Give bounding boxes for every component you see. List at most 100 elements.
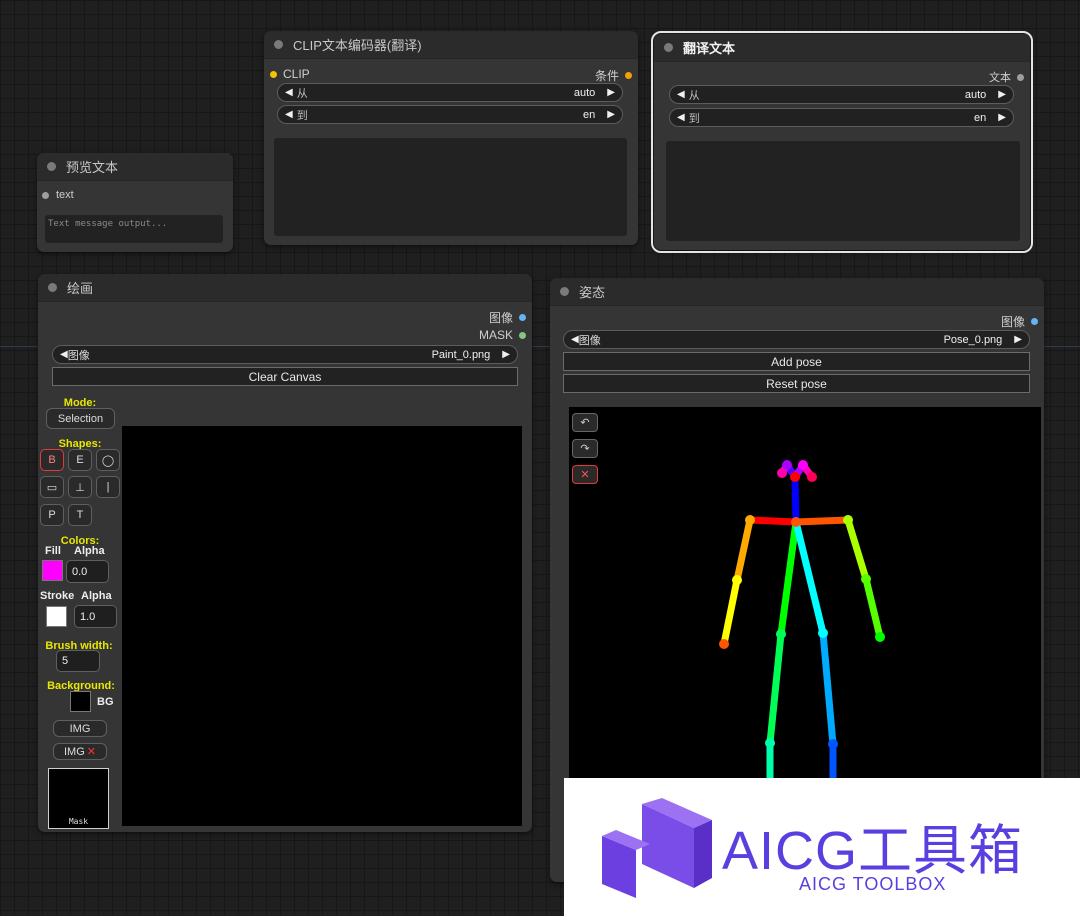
triangle-shape-button[interactable]: ⊥ [68,476,92,498]
pose-joint[interactable] [828,739,838,749]
background-color-swatch[interactable] [70,691,91,712]
node-header[interactable]: 绘画 [38,274,532,302]
to-language-combo[interactable]: ◀ 到 en ▶ [277,105,623,124]
mask-socket-icon[interactable] [519,331,526,339]
image-combo[interactable]: ◀ 图像 Paint_0.png ▶ [52,345,518,364]
pose-limb [733,516,754,584]
pose-limb [777,518,800,638]
node-title: CLIP文本编码器(翻译) [293,38,422,53]
eraser-shape-button[interactable]: E [68,449,92,471]
add-pose-button[interactable]: Add pose [563,352,1030,371]
collapse-dot-icon[interactable] [664,43,673,52]
node-header[interactable]: 翻译文本 [654,34,1030,62]
next-arrow-icon[interactable]: ▶ [607,109,615,120]
image-output-slot[interactable]: 图像 [1001,313,1038,330]
reset-pose-button[interactable]: Reset pose [563,374,1030,393]
load-image-button[interactable]: IMG [53,720,107,737]
output-label: 图像 [488,311,513,325]
to-language-combo[interactable]: ◀ 到 en ▶ [669,108,1014,127]
node-header[interactable]: 姿态 [550,278,1044,306]
text-output-area[interactable]: Text message output... [45,215,223,243]
prev-arrow-icon[interactable]: ◀ [677,112,685,123]
text-input-slot[interactable]: text [42,189,74,201]
clip-socket-icon[interactable] [270,70,277,78]
aicg-logo-icon [602,798,712,898]
next-arrow-icon[interactable]: ▶ [607,87,615,98]
clip-input-slot[interactable]: CLIP [270,67,310,81]
image-combo[interactable]: ◀ 图像 Pose_0.png ▶ [563,330,1030,349]
mask-output-slot[interactable]: MASK [479,328,526,342]
translate-text-node[interactable]: 翻译文本 文本 ◀ 从 auto ▶ ◀ 到 en ▶ [651,31,1033,253]
next-arrow-icon[interactable]: ▶ [1014,334,1022,345]
pose-joint[interactable] [777,468,787,478]
conditioning-socket-icon[interactable] [625,72,632,79]
brush-width-input[interactable]: 5 [56,650,100,672]
circle-shape-button[interactable]: ◯ [96,449,120,471]
pose-joint[interactable] [745,515,755,525]
pose-joint[interactable] [791,517,801,527]
clear-canvas-button[interactable]: Clear Canvas [52,367,518,386]
node-header[interactable]: CLIP文本编码器(翻译) [264,31,638,59]
prev-arrow-icon[interactable]: ◀ [60,349,68,360]
pose-joint[interactable] [765,738,775,748]
stroke-color-swatch[interactable] [46,606,67,627]
from-language-combo[interactable]: ◀ 从 auto ▶ [277,83,623,102]
fill-color-swatch[interactable] [42,560,63,581]
pencil-shape-button[interactable]: P [40,504,64,526]
delete-pose-button[interactable]: ✕ [572,465,598,484]
next-arrow-icon[interactable]: ▶ [998,89,1006,100]
undo-button[interactable]: ↶ [572,413,598,432]
prev-arrow-icon[interactable]: ◀ [285,109,293,120]
text-input-area[interactable] [666,141,1020,241]
pose-joint[interactable] [732,575,742,585]
pose-joint[interactable] [790,472,800,482]
prev-arrow-icon[interactable]: ◀ [285,87,293,98]
brush-shape-button[interactable]: B [40,449,64,471]
watermark-logo: AICG工具箱 AICG TOOLBOX [564,778,1080,916]
collapse-dot-icon[interactable] [274,40,283,49]
prev-arrow-icon[interactable]: ◀ [571,334,579,345]
alpha-label: Alpha [74,545,105,557]
collapse-dot-icon[interactable] [47,162,56,171]
stroke-alpha-input[interactable]: 1.0 [74,605,117,628]
text-socket-icon[interactable] [1017,73,1024,81]
paint-canvas[interactable] [122,426,522,826]
pose-joint[interactable] [861,574,871,584]
collapse-dot-icon[interactable] [560,287,569,296]
image-socket-icon[interactable] [1031,318,1038,325]
combo-value: Pose_0.png [943,333,1003,346]
rectangle-shape-button[interactable]: ▭ [40,476,64,498]
line-shape-button[interactable]: | [96,476,120,498]
next-arrow-icon[interactable]: ▶ [502,349,510,360]
prev-arrow-icon[interactable]: ◀ [677,89,685,100]
node-header[interactable]: 预览文本 [37,153,233,181]
mode-selection-button[interactable]: Selection [46,408,115,429]
redo-button[interactable]: ↷ [572,439,598,458]
clip-translate-node[interactable]: CLIP文本编码器(翻译) CLIP 条件 ◀ 从 auto ▶ ◀ 到 en ▶ [264,31,638,245]
pose-joint[interactable] [818,628,828,638]
from-language-combo[interactable]: ◀ 从 auto ▶ [669,85,1014,104]
output-label: MASK [478,328,513,342]
fill-alpha-input[interactable]: 0.0 [66,560,109,583]
pose-joint[interactable] [798,460,808,470]
image-socket-icon[interactable] [519,314,526,321]
prompt-textarea[interactable] [274,138,627,236]
remove-image-button[interactable]: IMG ✕ [53,743,107,760]
conditioning-output-slot[interactable]: 条件 [595,67,632,84]
pose-joint[interactable] [843,515,853,525]
preview-text-node[interactable]: 预览文本 text Text message output... [37,153,233,252]
text-output-slot[interactable]: 文本 [989,69,1024,85]
paint-node[interactable]: 绘画 图像 MASK ◀ 图像 Paint_0.png ▶ Clear Canvas … [38,274,532,832]
pose-joint[interactable] [875,632,885,642]
pose-joint[interactable] [776,629,786,639]
pose-joint[interactable] [719,639,729,649]
image-output-slot[interactable]: 图像 [489,309,526,326]
pose-limb [844,516,870,583]
collapse-dot-icon[interactable] [48,283,57,292]
next-arrow-icon[interactable]: ▶ [998,112,1006,123]
pose-limb [792,518,827,637]
pose-joint[interactable] [807,472,817,482]
mask-label: Mask [68,817,89,826]
text-shape-button[interactable]: T [68,504,92,526]
input-socket-icon[interactable] [42,191,49,199]
